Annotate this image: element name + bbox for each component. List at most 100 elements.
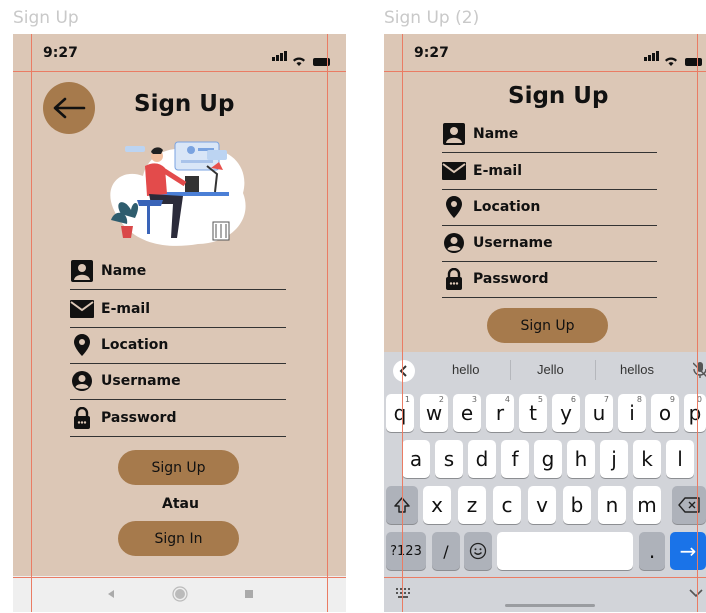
key-b[interactable]: b — [563, 486, 591, 524]
chevron-left-icon[interactable] — [393, 360, 415, 382]
guide-line — [327, 34, 328, 612]
password-label: Password — [473, 271, 549, 287]
status-time: 9:27 — [43, 45, 78, 61]
key-o[interactable]: o9 — [651, 394, 679, 432]
name-field[interactable]: Name — [70, 253, 286, 290]
mail-icon — [70, 297, 94, 321]
key-f[interactable]: f — [501, 440, 529, 478]
signal-icon — [272, 48, 288, 66]
android-nav-bar — [13, 576, 346, 612]
suggestion-1[interactable]: hello — [452, 362, 479, 377]
key-u[interactable]: u7 — [585, 394, 613, 432]
suggestion-bar: hello Jello hellos — [384, 352, 706, 388]
period-key[interactable]: . — [639, 532, 665, 570]
battery-icon — [685, 58, 702, 66]
guide-line — [13, 71, 346, 72]
back-button[interactable] — [43, 82, 95, 134]
frame-title-sign-up-2: Sign Up (2) — [384, 8, 480, 28]
status-bar: 9:27 — [384, 34, 706, 72]
nav-home-icon[interactable] — [171, 586, 188, 602]
account-circle-icon — [442, 231, 466, 255]
key-c[interactable]: c — [493, 486, 521, 524]
key-h[interactable]: h — [567, 440, 595, 478]
suggestion-divider — [595, 360, 596, 380]
key-m[interactable]: m — [633, 486, 661, 524]
space-key[interactable] — [497, 532, 633, 570]
location-pin-icon — [70, 333, 94, 357]
key-s[interactable]: s — [435, 440, 463, 478]
sign-up-button[interactable]: Sign Up — [118, 450, 239, 485]
key-n[interactable]: n — [598, 486, 626, 524]
email-field[interactable]: E-mail — [70, 291, 286, 328]
lock-icon — [70, 406, 94, 430]
key-d[interactable]: d — [468, 440, 496, 478]
email-field[interactable]: E-mail — [442, 153, 657, 190]
keyboard-grid-icon[interactable] — [396, 588, 412, 598]
sign-up-screen: 9:27 Sign Up Name E-mail Location Userna… — [13, 34, 346, 612]
wifi-icon — [665, 57, 677, 66]
guide-line — [384, 577, 706, 578]
nav-back-icon[interactable] — [106, 589, 116, 599]
page-title: Sign Up — [508, 83, 609, 109]
enter-key[interactable]: → — [670, 532, 706, 570]
person-card-icon — [442, 122, 466, 146]
home-indicator — [505, 604, 595, 607]
name-field[interactable]: Name — [442, 116, 657, 153]
name-label: Name — [101, 263, 147, 279]
keyboard-bottom-bar — [384, 574, 706, 612]
backspace-key[interactable] — [672, 486, 706, 524]
status-bar: 9:27 — [13, 34, 346, 72]
username-label: Username — [473, 235, 553, 251]
location-label: Location — [101, 337, 169, 353]
key-a[interactable]: a — [402, 440, 430, 478]
username-field[interactable]: Username — [70, 363, 286, 400]
key-k[interactable]: k — [633, 440, 661, 478]
wifi-icon — [293, 57, 305, 66]
key-r[interactable]: r4 — [486, 394, 514, 432]
slash-key[interactable]: / — [432, 532, 460, 570]
email-label: E-mail — [473, 163, 523, 179]
key-j[interactable]: j — [600, 440, 628, 478]
status-time: 9:27 — [414, 45, 449, 61]
username-field[interactable]: Username — [442, 225, 657, 262]
location-field[interactable]: Location — [70, 327, 286, 364]
guide-line — [13, 577, 346, 578]
key-y[interactable]: y6 — [552, 394, 580, 432]
emoji-icon — [469, 542, 487, 560]
location-pin-icon — [442, 195, 466, 219]
location-field[interactable]: Location — [442, 189, 657, 226]
key-p[interactable]: p0 — [684, 394, 706, 432]
nav-recents-icon[interactable] — [244, 589, 254, 599]
numbers-key[interactable]: ?123 — [386, 532, 426, 570]
on-screen-keyboard: hello Jello hellos q1 w2 e3 r4 t5 y6 u7 … — [384, 352, 706, 612]
mail-icon — [442, 159, 466, 183]
guide-line — [384, 71, 706, 72]
key-g[interactable]: g — [534, 440, 562, 478]
key-q[interactable]: q1 — [386, 394, 414, 432]
key-v[interactable]: v — [528, 486, 556, 524]
key-t[interactable]: t5 — [519, 394, 547, 432]
sign-up-button[interactable]: Sign Up — [487, 308, 608, 343]
key-l[interactable]: l — [666, 440, 694, 478]
location-label: Location — [473, 199, 541, 215]
suggestion-2[interactable]: Jello — [537, 362, 564, 377]
password-field[interactable]: Password — [70, 400, 286, 437]
key-x[interactable]: x — [423, 486, 451, 524]
name-label: Name — [473, 126, 519, 142]
key-w[interactable]: w2 — [420, 394, 448, 432]
signal-icon — [644, 48, 660, 66]
page-title: Sign Up — [134, 91, 235, 117]
lock-icon — [442, 267, 466, 291]
key-e[interactable]: e3 — [453, 394, 481, 432]
password-field[interactable]: Password — [442, 261, 657, 298]
key-z[interactable]: z — [458, 486, 486, 524]
suggestion-divider — [510, 360, 511, 380]
chevron-down-icon[interactable] — [689, 588, 703, 598]
guide-line — [697, 34, 698, 612]
suggestion-3[interactable]: hellos — [620, 362, 654, 377]
emoji-key[interactable] — [464, 532, 492, 570]
sign-in-button[interactable]: Sign In — [118, 521, 239, 556]
mic-off-icon[interactable] — [693, 361, 706, 379]
key-i[interactable]: i8 — [618, 394, 646, 432]
or-label: Atau — [162, 496, 199, 512]
